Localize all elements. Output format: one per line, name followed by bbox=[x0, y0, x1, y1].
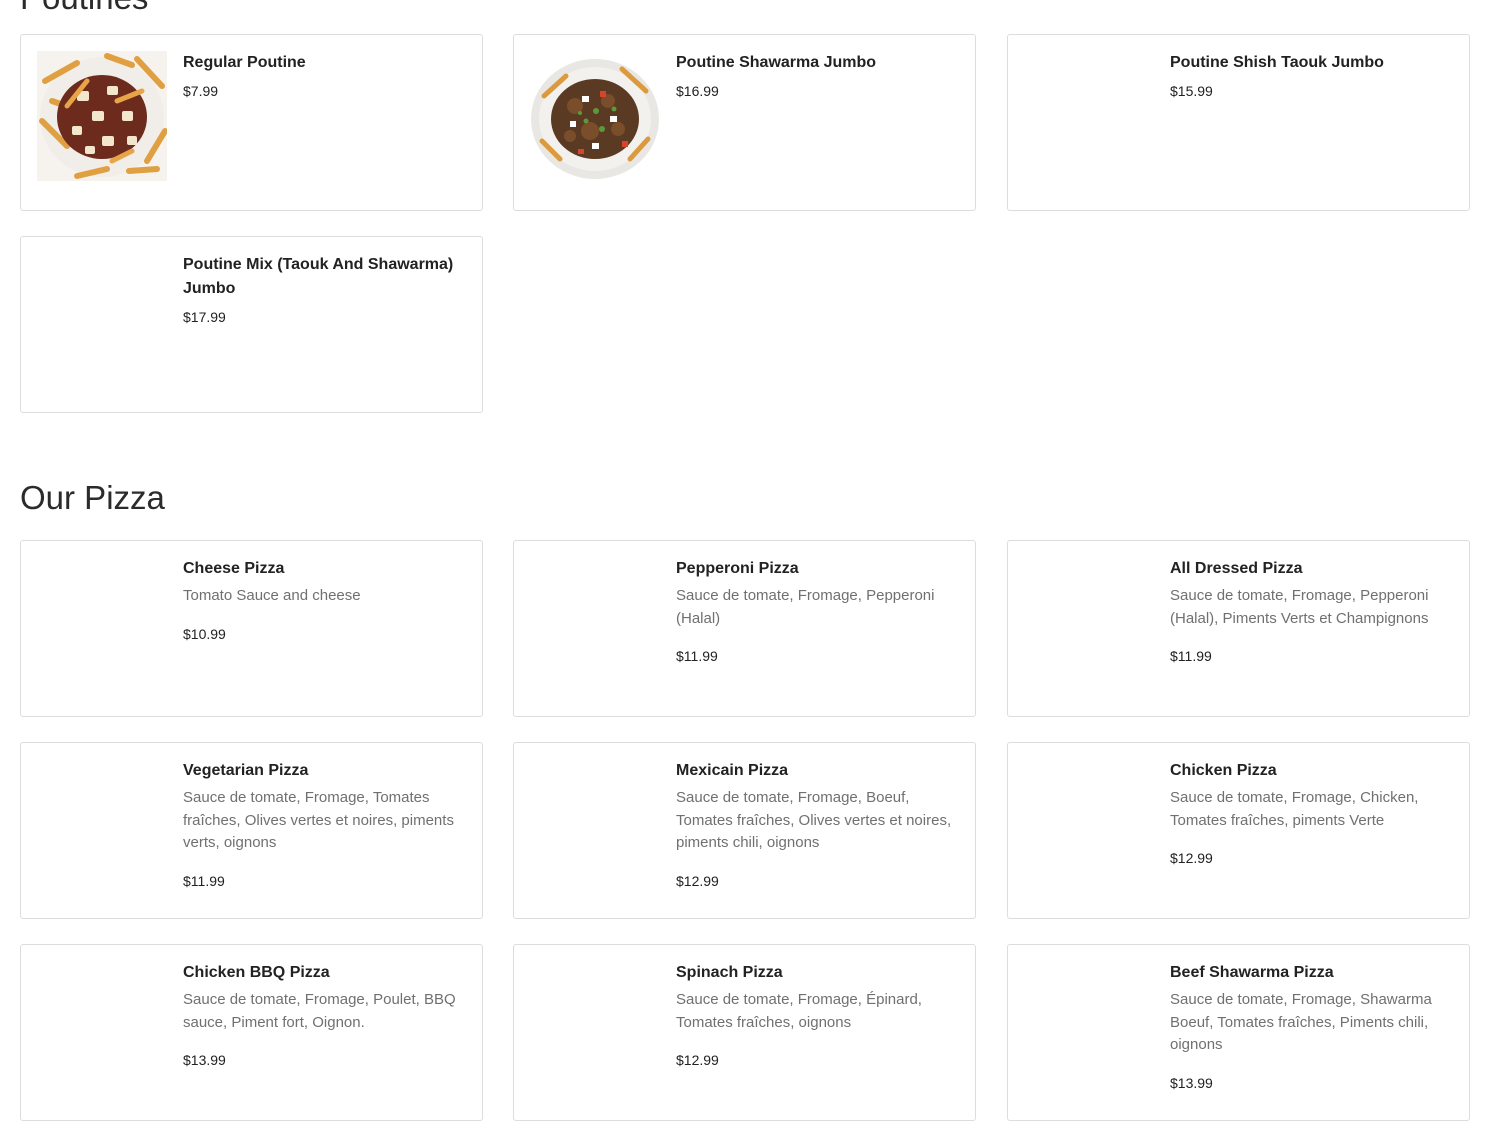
menu-item-price: $11.99 bbox=[183, 872, 225, 889]
menu-item-name: Poutine Shish Taouk Jumbo bbox=[1170, 54, 1384, 71]
menu-item-card[interactable]: Beef Shawarma Pizza Sauce de tomate, Fro… bbox=[1007, 944, 1470, 1121]
menu-item-description: Sauce de tomate, Fromage, Poulet, BBQ sa… bbox=[183, 991, 456, 1031]
poutine-photo bbox=[37, 51, 167, 181]
menu-item-description: Sauce de tomate, Fromage, Boeuf, Tomates… bbox=[676, 789, 952, 851]
menu-item-name: Spinach Pizza bbox=[676, 964, 783, 981]
section-title-poutines: Poutines bbox=[20, 0, 148, 14]
menu-item-description: Sauce de tomate, Fromage, Shawarma Boeuf… bbox=[1170, 991, 1432, 1053]
menu-item-name: All Dressed Pizza bbox=[1170, 560, 1303, 577]
section-title-pizza: Our Pizza bbox=[20, 479, 165, 516]
menu-item-description: Tomato Sauce and cheese bbox=[183, 587, 361, 604]
menu-item-card[interactable]: Spinach Pizza Sauce de tomate, Fromage, … bbox=[513, 944, 976, 1121]
menu-item-name: Chicken Pizza bbox=[1170, 762, 1277, 779]
menu-item-card[interactable]: Poutine Mix (Taouk And Shawarma) Jumbo $… bbox=[20, 236, 483, 413]
menu-item-price: $17.99 bbox=[183, 309, 226, 325]
menu-item-description: Sauce de tomate, Fromage, Épinard, Tomat… bbox=[676, 991, 922, 1031]
menu-item-card[interactable]: All Dressed Pizza Sauce de tomate, Froma… bbox=[1007, 540, 1470, 717]
menu-item-card[interactable]: Mexicain Pizza Sauce de tomate, Fromage,… bbox=[513, 742, 976, 919]
menu-item-description: Sauce de tomate, Fromage, Pepperoni (Hal… bbox=[1170, 587, 1429, 627]
menu-item-card[interactable]: Chicken Pizza Sauce de tomate, Fromage, … bbox=[1007, 742, 1470, 919]
menu-item-description: Sauce de tomate, Fromage, Tomates fraîch… bbox=[183, 789, 454, 851]
menu-item-price: $10.99 bbox=[183, 625, 226, 642]
menu-item-name: Regular Poutine bbox=[183, 54, 306, 71]
menu-item-name: Poutine Shawarma Jumbo bbox=[676, 54, 877, 71]
menu-item-card[interactable]: Poutine Shish Taouk Jumbo $15.99 bbox=[1007, 34, 1470, 211]
menu-item-name: Cheese Pizza bbox=[183, 560, 285, 577]
menu-item-description: Sauce de tomate, Fromage, Chicken, Tomat… bbox=[1170, 789, 1419, 829]
menu-item-card[interactable]: Chicken BBQ Pizza Sauce de tomate, Froma… bbox=[20, 944, 483, 1121]
menu-item-name: Poutine Mix (Taouk And Shawarma) Jumbo bbox=[183, 256, 454, 297]
menu-item-name: Vegetarian Pizza bbox=[183, 762, 309, 779]
menu-item-price: $11.99 bbox=[676, 648, 718, 664]
menu-item-price: $11.99 bbox=[1170, 648, 1212, 664]
menu-item-card[interactable]: Poutine Shawarma Jumbo $16.99 bbox=[513, 34, 976, 211]
menu-item-price: $16.99 bbox=[676, 83, 719, 99]
menu-item-price: $12.99 bbox=[676, 1052, 719, 1068]
menu-item-card[interactable]: Pepperoni Pizza Sauce de tomate, Fromage… bbox=[513, 540, 976, 717]
menu-item-price: $12.99 bbox=[1170, 850, 1213, 866]
menu-item-price: $15.99 bbox=[1170, 83, 1213, 99]
menu-item-price: $13.99 bbox=[1170, 1074, 1213, 1091]
menu-item-name: Chicken BBQ Pizza bbox=[183, 964, 330, 981]
menu-item-name: Beef Shawarma Pizza bbox=[1170, 964, 1334, 981]
menu-item-price: $12.99 bbox=[676, 872, 719, 889]
menu-item-price: $7.99 bbox=[183, 83, 219, 99]
menu-item-card[interactable]: Regular Poutine $7.99 bbox=[20, 34, 483, 211]
menu-item-price: $13.99 bbox=[183, 1052, 226, 1068]
menu-item-name: Pepperoni Pizza bbox=[676, 560, 799, 577]
menu-item-description: Sauce de tomate, Fromage, Pepperoni (Hal… bbox=[676, 587, 935, 627]
menu-item-name: Mexicain Pizza bbox=[676, 762, 789, 779]
menu-item-card[interactable]: Cheese Pizza Tomato Sauce and cheese $10… bbox=[20, 540, 483, 717]
menu-item-card[interactable]: Vegetarian Pizza Sauce de tomate, Fromag… bbox=[20, 742, 483, 919]
poutine-shawarma-photo bbox=[530, 51, 660, 181]
